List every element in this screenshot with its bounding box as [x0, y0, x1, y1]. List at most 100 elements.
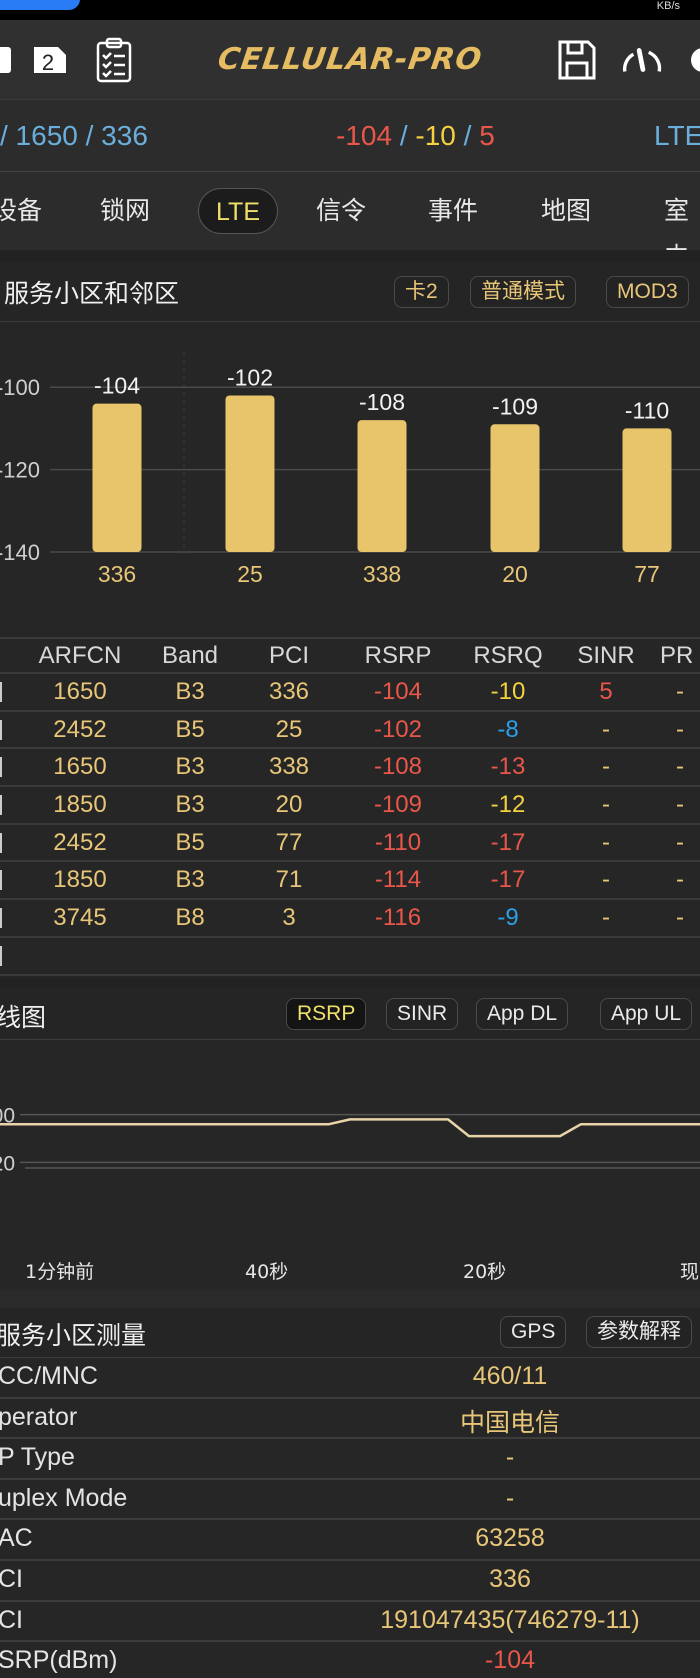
measurement-label: AC: [0, 1524, 33, 1553]
cell-pci: 77: [275, 828, 303, 856]
sim-card-icon[interactable]: 2: [28, 38, 72, 82]
cell-rsrq: -10: [490, 678, 526, 705]
y-tick-label: 20: [0, 1152, 15, 1175]
cell-arfcn: 2452: [53, 715, 107, 743]
app-logo: CELLULAR-PRO: [215, 42, 485, 77]
cell-sinr: -: [602, 753, 610, 781]
chip-rsrp[interactable]: RSRP: [286, 998, 367, 1030]
table-body: 1650 B3 336 -104 -10 5 - 2452 B5 25 -102 -8 - - 1650 B3…: [0, 674, 700, 976]
measurement-value: -: [505, 1483, 515, 1512]
measurement-value: 191047435(746279-11): [380, 1605, 640, 1634]
cell-pci: 3: [282, 904, 296, 932]
cell-rsrq: -17: [490, 828, 526, 856]
cell-band: B3: [175, 678, 205, 705]
rsrp-trend-chart: 00201分钟前40秒20秒现: [0, 1040, 700, 1290]
sim-slot-chip[interactable]: 卡2: [394, 276, 449, 308]
tab-lock-network[interactable]: 锁网: [100, 188, 150, 234]
rsrp-line: [0, 1118, 700, 1138]
status-pill[interactable]: [0, 0, 80, 10]
main-tabs: 设备 锁网 LTE 信令 事件 地图 室内: [0, 172, 700, 271]
rsrp-bar-chart: -100 -120 -140 -104 336 -102 25 -108 338 -109 20 -1…: [0, 322, 700, 640]
tab-device[interactable]: 设备: [0, 188, 42, 234]
gps-chip[interactable]: GPS: [500, 1316, 567, 1348]
cell-rsrp: -104: [373, 678, 423, 705]
line-chart-svg: 00201分钟前40秒20秒现: [0, 1105, 700, 1283]
tab-map[interactable]: 地图: [541, 188, 591, 234]
col-rsrp: RSRP: [364, 642, 432, 669]
chip-app-dl[interactable]: App DL: [476, 998, 569, 1030]
trend-section-title: 线图: [0, 1003, 47, 1032]
cell-rsrp: -102: [373, 715, 423, 743]
table-row[interactable]: 1850 B3 20 -109 -12 - -: [0, 787, 700, 825]
col-rsrq: RSRQ: [473, 642, 543, 669]
cell-band: B5: [175, 828, 205, 856]
tab-signaling[interactable]: 信令: [316, 188, 366, 234]
cell-arfcn: 1850: [53, 791, 107, 819]
settings-icon[interactable]: [680, 38, 700, 82]
cell-band: B8: [175, 904, 205, 932]
col-band: Band: [161, 642, 219, 669]
mode-chip[interactable]: 普通模式: [470, 276, 576, 308]
table-row[interactable]: 3745 B8 3 -116 -9 - -: [0, 900, 700, 938]
col-sinr: SINR: [577, 642, 635, 669]
cell-rsrp: -108: [373, 753, 423, 781]
cells-section-title: 服务小区和邻区: [4, 279, 180, 308]
cell-rsrq: -12: [490, 791, 526, 819]
cell-pr: -: [676, 828, 684, 856]
row-type-marker: [0, 908, 2, 929]
cell-pci: 336: [268, 678, 310, 705]
cell-arfcn: 2452: [53, 828, 107, 856]
cell-sinr: -: [602, 828, 610, 856]
param-explain-chip[interactable]: 参数解释: [586, 1316, 692, 1348]
save-icon[interactable]: [555, 38, 599, 82]
chip-sinr[interactable]: SINR: [386, 998, 459, 1030]
tab-lte[interactable]: LTE: [198, 188, 278, 234]
tab-indoor[interactable]: 室内: [653, 188, 700, 271]
cell-arfcn: 1650: [53, 678, 107, 705]
cell-pr: -: [676, 678, 684, 705]
table-row[interactable]: 1850 B3 71 -114 -17 - -: [0, 862, 700, 901]
measurement-value: 460/11: [472, 1362, 548, 1390]
table-row[interactable]: [0, 938, 700, 976]
measurement-row: CC/MNC 460/11: [0, 1358, 700, 1399]
menu-icon[interactable]: [0, 38, 22, 82]
row-type-marker: [0, 945, 2, 966]
cell-pci: 25: [275, 715, 303, 743]
cell-pr: -: [676, 904, 684, 932]
summary-rsrp: -104: [336, 120, 393, 151]
measurement-value: 中国电信: [459, 1408, 560, 1437]
row-type-marker: [0, 757, 2, 778]
svg-text:2: 2: [42, 50, 54, 75]
col-pci: PCI: [268, 642, 309, 669]
measurement-value: 63258: [475, 1524, 545, 1553]
measurement-label: perator: [0, 1402, 78, 1431]
measurement-label: uplex Mode: [0, 1483, 128, 1512]
section-divider: [0, 1290, 700, 1308]
tab-events[interactable]: 事件: [428, 188, 478, 234]
cell-pr: -: [676, 715, 684, 743]
measurement-row: perator 中国电信: [0, 1399, 700, 1440]
cell-rsrp: -110: [374, 828, 422, 856]
cell-sinr: -: [602, 866, 610, 894]
measurement-label: CI: [0, 1605, 23, 1634]
measurement-value: -: [505, 1443, 515, 1472]
table-row[interactable]: 2452 B5 77 -110 -17 - -: [0, 825, 700, 863]
summary-rsrq: -10: [415, 120, 456, 151]
table-row[interactable]: 1650 B3 336 -104 -10 5 -: [0, 674, 700, 712]
col-arfcn: ARFCN: [38, 642, 122, 669]
cell-rsrp: -114: [374, 866, 422, 894]
table-row[interactable]: 1650 B3 338 -108 -13 - -: [0, 749, 700, 788]
chip-app-ul[interactable]: App UL: [600, 998, 693, 1030]
x-category-label: 20: [502, 561, 528, 587]
x-category-label: 25: [237, 561, 263, 587]
serving-summary: / 1650 / 336 -104 / -10 / 5 LTE: [0, 100, 700, 172]
mod3-chip[interactable]: MOD3: [606, 276, 689, 308]
speedometer-icon[interactable]: [620, 38, 664, 82]
clipboard-checklist-icon[interactable]: [92, 37, 136, 83]
separator: /: [399, 120, 408, 151]
separator: /: [463, 120, 472, 151]
table-row[interactable]: 2452 B5 25 -102 -8 - -: [0, 712, 700, 750]
neighbor-cell-table: ARFCN Band PCI RSRP RSRQ SINR PR 1650 B3 3…: [0, 638, 700, 976]
measurement-list: CC/MNC 460/11 perator 中国电信 P Type - uplex Mode…: [0, 1358, 700, 1678]
cell-pr: -: [676, 866, 684, 894]
